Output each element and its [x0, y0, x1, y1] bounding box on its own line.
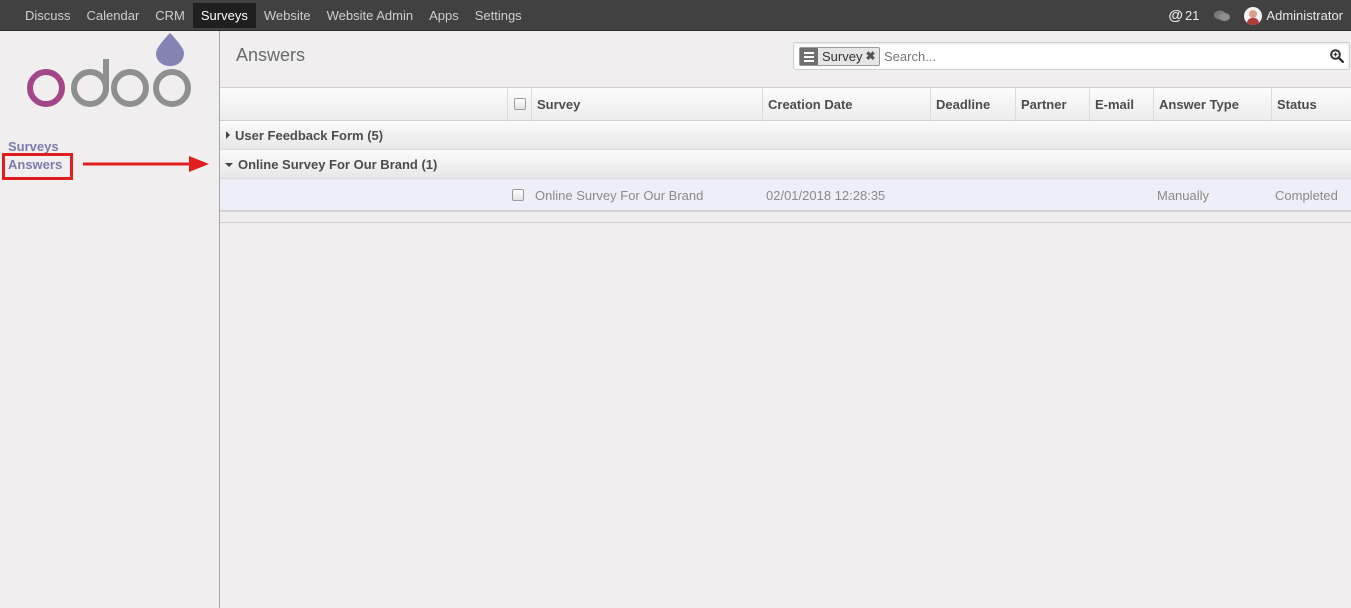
sidebar: Surveys Answers — [0, 31, 220, 608]
table-header: Survey Creation Date Deadline Partner E-… — [220, 87, 1351, 121]
column-answer-type[interactable]: Answer Type — [1153, 88, 1271, 121]
menu-item-website[interactable]: Website — [256, 3, 319, 28]
column-deadline[interactable]: Deadline — [930, 88, 1015, 121]
column-survey[interactable]: Survey — [531, 88, 762, 121]
user-menu[interactable]: Administrator — [1266, 8, 1343, 23]
menu-item-surveys[interactable]: Surveys — [192, 3, 256, 28]
avatar[interactable] — [1244, 6, 1263, 25]
group-label: User Feedback Form (5) — [235, 128, 384, 143]
page-title: Answers — [236, 45, 306, 65]
cell-status: Completed — [1275, 188, 1338, 203]
odoo-logo[interactable] — [24, 31, 196, 113]
search-box[interactable]: Survey ✖ — [793, 42, 1350, 70]
row-checkbox[interactable] — [512, 189, 524, 201]
annotation-highlight-box — [2, 153, 73, 180]
menu-item-discuss[interactable]: Discuss — [17, 3, 79, 28]
caret-right-icon — [226, 131, 230, 139]
main-menu: Discuss Calendar CRM Surveys Website Web… — [17, 3, 530, 28]
search-icon[interactable] — [1330, 49, 1344, 63]
caret-down-icon — [225, 163, 233, 167]
chat-bubbles-icon[interactable] — [1214, 10, 1231, 22]
annotation-arrow-icon — [83, 156, 209, 172]
menu-item-apps[interactable]: Apps — [421, 3, 467, 28]
table-footer — [220, 212, 1351, 223]
menu-item-settings[interactable]: Settings — [467, 3, 530, 28]
search-facet[interactable]: Survey ✖ — [799, 47, 880, 66]
systray: @ 21 Administrator — [1168, 3, 1343, 28]
column-status[interactable]: Status — [1271, 88, 1351, 121]
column-email[interactable]: E-mail — [1089, 88, 1153, 121]
cell-survey: Online Survey For Our Brand — [535, 188, 704, 203]
select-all-cell — [507, 88, 531, 121]
answers-list: Survey Creation Date Deadline Partner E-… — [220, 87, 1351, 223]
group-row-online-survey[interactable]: Online Survey For Our Brand (1) — [220, 150, 1351, 179]
cell-creation-date: 02/01/2018 12:28:35 — [766, 188, 886, 203]
menu-item-calendar[interactable]: Calendar — [79, 3, 148, 28]
sidebar-item-surveys[interactable]: Surveys — [8, 139, 59, 154]
top-navbar: Discuss Calendar CRM Surveys Website Web… — [0, 0, 1351, 31]
table-row[interactable]: Online Survey For Our Brand 02/01/2018 1… — [220, 179, 1351, 212]
cell-answer-type: Manually — [1157, 188, 1210, 203]
select-all-checkbox[interactable] — [514, 98, 526, 110]
column-creation-date[interactable]: Creation Date — [762, 88, 930, 121]
facet-remove-icon[interactable]: ✖ — [865, 48, 878, 65]
group-row-user-feedback-form[interactable]: User Feedback Form (5) — [220, 121, 1351, 150]
facet-label: Survey — [822, 49, 863, 64]
main-content: Answers Survey ✖ Survey Creation Date De… — [220, 31, 1351, 608]
search-input[interactable] — [884, 47, 1304, 66]
group-by-icon — [800, 48, 818, 65]
column-partner[interactable]: Partner — [1015, 88, 1089, 121]
mention-icon[interactable]: @ — [1168, 7, 1183, 24]
menu-item-crm[interactable]: CRM — [147, 3, 193, 28]
group-label: Online Survey For Our Brand (1) — [238, 157, 438, 172]
notification-count[interactable]: 21 — [1185, 8, 1199, 23]
menu-item-website-admin[interactable]: Website Admin — [319, 3, 421, 28]
